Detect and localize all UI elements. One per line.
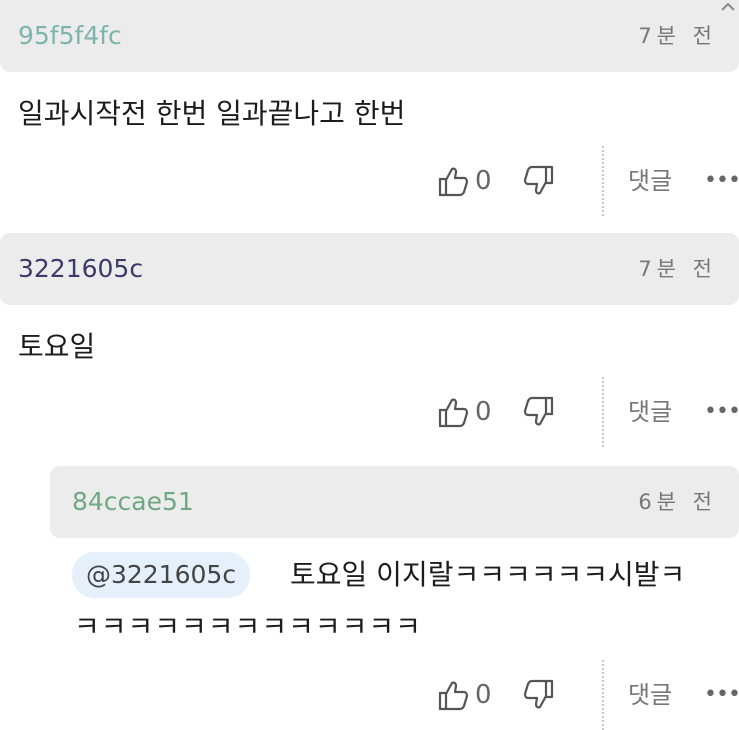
comment-actions: 0 댓글 •••	[0, 660, 739, 730]
reply-button[interactable]: 댓글	[628, 670, 672, 720]
reply-button[interactable]: 댓글	[628, 156, 672, 206]
thumbs-up-icon[interactable]	[436, 163, 472, 199]
comment-text-line: ㅋㅋㅋㅋㅋㅋㅋㅋㅋㅋㅋㅋㅋ	[74, 610, 422, 643]
thumbs-down-icon[interactable]	[520, 163, 556, 199]
comment-actions: 0 댓글 •••	[0, 377, 739, 447]
like-count: 0	[475, 680, 492, 710]
comment-item: 95f5f4fc 7분 전 일과시작전 한번 일과끝나고 한번 0 댓글 •••	[0, 0, 739, 216]
mention-tag[interactable]: @3221605c	[72, 552, 251, 598]
more-options-icon[interactable]: •••	[704, 670, 739, 720]
comment-username[interactable]: 95f5f4fc	[18, 0, 122, 72]
comment-username[interactable]: 3221605c	[18, 233, 143, 305]
comment-timestamp: 7분 전	[638, 24, 717, 48]
comment-username[interactable]: 84ccae51	[72, 466, 194, 538]
like-count: 0	[475, 397, 492, 427]
divider	[602, 377, 604, 447]
thumbs-up-icon[interactable]	[436, 394, 472, 430]
comment-text: 일과시작전 한번 일과끝나고 한번	[18, 97, 406, 130]
comment-header: 95f5f4fc 7분 전	[0, 0, 739, 72]
comment-header: 3221605c 7분 전	[0, 233, 739, 305]
reply-button[interactable]: 댓글	[628, 387, 672, 437]
comment-item: 3221605c 7분 전 토요일 0 댓글 •••	[0, 233, 739, 447]
comment-text-line: 토요일 이지랄ㅋㅋㅋㅋㅋㅋ시발ㅋ	[290, 558, 686, 591]
comment-timestamp: 7분 전	[638, 257, 717, 281]
comment-timestamp: 6분 전	[638, 490, 717, 514]
divider	[602, 660, 604, 730]
chevron-up-icon[interactable]	[717, 0, 739, 22]
comment-header: 84ccae51 6분 전	[50, 466, 739, 538]
thumbs-up-icon[interactable]	[436, 677, 472, 713]
thumbs-down-icon[interactable]	[520, 677, 556, 713]
thumbs-down-icon[interactable]	[520, 394, 556, 430]
more-options-icon[interactable]: •••	[704, 156, 739, 206]
more-options-icon[interactable]: •••	[704, 387, 739, 437]
comment-text: 토요일	[18, 330, 96, 363]
comment-actions: 0 댓글 •••	[0, 146, 739, 216]
like-count: 0	[475, 166, 492, 196]
reply-comment-item: 84ccae51 6분 전 @3221605c 토요일 이지랄ㅋㅋㅋㅋㅋㅋ시발ㅋ…	[50, 466, 739, 730]
divider	[602, 146, 604, 216]
